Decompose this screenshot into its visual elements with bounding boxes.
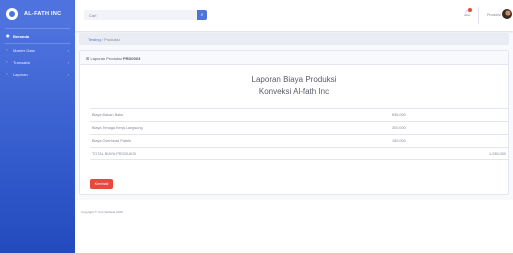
chevron-right-icon: › [67,59,69,65]
footer: Copyright © Your Website 2019 [75,200,513,255]
brand[interactable]: AL-FATH INC [0,0,75,28]
sidebar-item-label: Beranda [13,33,30,39]
row-value: 835,000 [392,113,406,117]
search-button[interactable]: ⌕ [197,10,207,20]
sidebar-item-master-data[interactable]: ▫ Master Data › [0,44,75,56]
folder-icon: ▫ [6,47,8,52]
sidebar: AL-FATH INC ◉ Beranda ▫ Master Data › ▫ … [0,0,75,255]
card-header-label: Laporan Produksi [90,56,122,61]
brand-logo-icon [6,8,18,20]
back-button[interactable]: Kembali [90,179,113,189]
sidebar-item-beranda[interactable]: ◉ Beranda [0,29,75,43]
row-label: Biaya Bahan Baku [92,113,124,117]
user-name[interactable]: Produksi [487,13,501,17]
brand-name: AL-FATH INC [24,11,62,17]
row-value: 300,000 [392,126,406,130]
chevron-right-icon: › [67,71,69,77]
breadcrumb-current: Produksi [104,37,120,42]
cost-table: Biaya Bahan Baku 835,000 Biaya Tenaga Ke… [90,108,508,160]
table-row: Biaya Tenaga Kerja Langsung 300,000 [90,121,508,134]
sidebar-item-label: Transaksi [13,59,31,65]
report-subtitle: Konveksi Al-fath Inc [258,87,330,96]
report-title: Laporan Biaya Produksi [251,75,337,84]
topbar: Cari ⌕ 🔔︎ Produksi [75,0,513,31]
breadcrumb-link[interactable]: Testing [88,37,101,42]
copyright-text: Copyright © Your Website 2019 [81,210,123,214]
notification-badge [468,8,472,12]
app-root: AL-FATH INC ◉ Beranda ▫ Master Data › ▫ … [0,0,513,255]
total-row: TOTAL BIAYA PRODUKSI 1,285,000 [90,147,508,160]
table-row: Biaya Bahan Baku 835,000 [90,108,508,121]
row-label: Biaya Overhead Pabrik [92,139,132,143]
report-card: ⊞ Laporan Produksi PRD0003 Laporan Biaya… [79,50,509,195]
sidebar-item-label: Laporan [13,71,28,77]
production-code: PRD0003 [122,56,141,61]
row-label: Biaya Tenaga Kerja Langsung [92,126,143,130]
search-icon: ⌕ [200,12,204,18]
card-header: ⊞ Laporan Produksi PRD0003 [80,51,508,65]
sidebar-item-transaksi[interactable]: ▫ Transaksi › [0,56,75,68]
total-value: 1,285,000 [489,152,506,156]
dashboard-icon: ◉ [6,33,10,38]
search-input[interactable]: Cari [84,10,197,20]
sidebar-item-label: Master Data [13,47,35,53]
topbar-divider [478,7,479,24]
table-icon: ⊞ [86,56,90,61]
avatar[interactable] [502,9,512,19]
folder-icon: ▫ [6,59,8,64]
breadcrumb: Testing / Produksi [79,33,509,45]
folder-icon: ▫ [6,71,8,76]
chevron-right-icon: › [67,47,69,53]
row-value: 150,000 [392,139,406,143]
total-label: TOTAL BIAYA PRODUKSI [92,152,137,156]
table-row: Biaya Overhead Pabrik 150,000 [90,134,508,147]
sidebar-item-laporan[interactable]: ▫ Laporan › [0,68,75,80]
